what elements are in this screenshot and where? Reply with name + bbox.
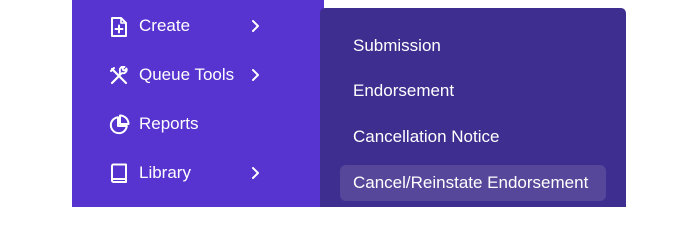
chevron-right-icon bbox=[248, 165, 262, 181]
file-plus-icon bbox=[108, 16, 130, 38]
sidebar-item-queue-tools[interactable]: Queue Tools bbox=[72, 55, 324, 95]
sidebar-item-label: Queue Tools bbox=[139, 65, 235, 84]
create-submenu: Submission Endorsement Cancellation Noti… bbox=[320, 8, 626, 207]
submenu-item-label: Submission bbox=[353, 36, 441, 55]
sidebar: Create Queue Tools Reports Library bbox=[72, 0, 324, 207]
submenu-item-cancellation-notice[interactable]: Cancellation Notice bbox=[340, 119, 606, 155]
sidebar-item-reports[interactable]: Reports bbox=[72, 104, 324, 144]
submenu-item-label: Endorsement bbox=[353, 81, 455, 100]
sidebar-item-label: Reports bbox=[139, 114, 199, 133]
submenu-item-label: Cancellation Notice bbox=[353, 127, 500, 146]
book-icon bbox=[108, 163, 130, 185]
chevron-right-icon bbox=[248, 67, 262, 83]
submenu-item-endorsement[interactable]: Endorsement bbox=[340, 73, 606, 109]
sidebar-item-label: Library bbox=[139, 163, 191, 182]
chevron-right-icon bbox=[248, 18, 262, 34]
sidebar-item-create[interactable]: Create bbox=[72, 6, 324, 46]
tools-icon bbox=[108, 65, 130, 87]
sidebar-item-label: Create bbox=[139, 16, 191, 35]
sidebar-item-library[interactable]: Library bbox=[72, 153, 324, 193]
submenu-item-submission[interactable]: Submission bbox=[340, 28, 606, 64]
submenu-item-cancel-reinstate-endorsement[interactable]: Cancel/Reinstate Endorsement bbox=[340, 165, 606, 201]
pie-chart-icon bbox=[108, 114, 130, 136]
app-stage: Create Queue Tools Reports Library Submi… bbox=[0, 0, 691, 207]
submenu-item-label: Cancel/Reinstate Endorsement bbox=[353, 173, 589, 192]
